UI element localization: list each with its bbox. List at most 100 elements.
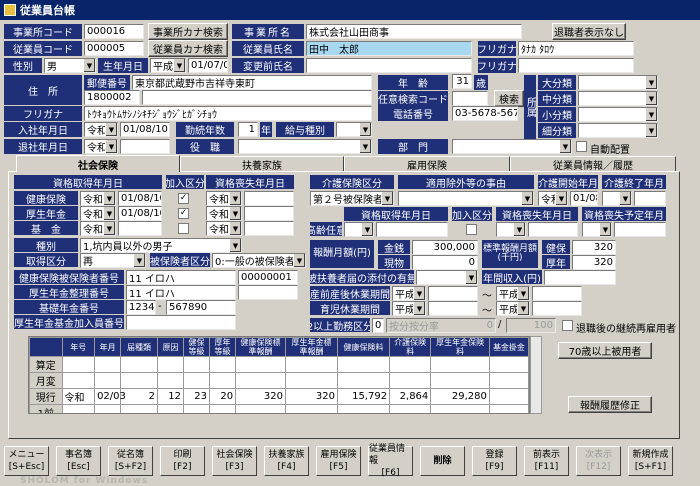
grid-cell[interactable] — [337, 372, 391, 389]
care-start-era-select[interactable]: 令和 ▼ — [538, 191, 568, 206]
fkey-button[interactable]: 従業員情報 [F6] — [368, 444, 413, 478]
annual-input[interactable] — [544, 270, 616, 285]
grid-cell[interactable] — [120, 404, 158, 413]
continue-employ-checkbox[interactable] — [562, 320, 573, 331]
care-kbn-select[interactable]: 第２号被保険者 ▼ — [310, 191, 394, 206]
health-no-input[interactable]: 11 イロハ — [126, 270, 236, 285]
exempt-select[interactable]: ▼ — [398, 191, 534, 206]
childcare-end-input[interactable] — [532, 301, 582, 316]
maternity-end-era[interactable]: 平成 ▼ — [496, 286, 530, 301]
grid-cell[interactable] — [389, 356, 432, 373]
fkey-button[interactable]: 扶養家族 [F4] — [264, 446, 309, 476]
fkey-button[interactable]: 次表示 [F12] — [576, 446, 621, 476]
fkey-button[interactable]: 新規作成 [S+F1] — [628, 446, 673, 476]
gender-select[interactable]: 男 ▼ — [44, 58, 96, 73]
pay-type-select[interactable]: ▼ — [336, 122, 372, 137]
grid-cell[interactable]: 令和 — [61, 388, 96, 405]
grid-row[interactable]: 現行 令和 02/03 2 12 23 20 320 320 15,792 2,864 29,280 — [29, 388, 529, 405]
grid-row[interactable]: 1前 — [29, 404, 529, 413]
over70-button[interactable]: 70歳以上被用者 — [558, 342, 652, 359]
grid-cell[interactable]: 02/03 — [94, 388, 126, 405]
care-end-input[interactable] — [634, 191, 666, 206]
address1-input[interactable]: 東京都武蔵野市吉祥寺東町 — [132, 75, 372, 90]
maternity-end-input[interactable] — [532, 286, 582, 301]
fkey-button[interactable]: 従名簿 [S+F2] — [108, 446, 153, 476]
grid-cell[interactable] — [120, 372, 158, 389]
prev-furigana-input[interactable] — [518, 58, 634, 73]
fkey-button[interactable]: メニュー [S+Esc] — [4, 446, 49, 476]
elder-join-checkbox[interactable] — [466, 224, 477, 235]
health-join-checkbox[interactable]: ✓ — [178, 193, 189, 204]
grid-cell[interactable] — [94, 404, 122, 413]
work70-input[interactable]: 0 — [372, 318, 384, 333]
pension-era-select[interactable]: 令和 ▼ — [80, 206, 116, 221]
grid-cell[interactable] — [235, 404, 286, 413]
fkey-button[interactable]: 削除 — [420, 446, 465, 476]
dept-select[interactable]: ▼ — [452, 139, 572, 154]
emp-kana-search-button[interactable]: 従業員カナ検索 — [148, 40, 228, 57]
elder-era-select[interactable]: ▼ — [344, 222, 374, 237]
grid-cell[interactable] — [156, 404, 185, 413]
hire-era-select[interactable]: 令和 ▼ — [84, 122, 118, 137]
childcare-end-era[interactable]: 平成 ▼ — [496, 301, 530, 316]
grid-cell[interactable]: 320 — [284, 388, 339, 405]
office-kana-search-button[interactable]: 事業所カナ検索 — [148, 23, 228, 40]
fund-join-checkbox[interactable] — [178, 223, 189, 234]
fund-no-input[interactable] — [126, 315, 236, 330]
grid-cell[interactable] — [94, 356, 122, 373]
maternity-start-input[interactable] — [428, 286, 478, 301]
grid-cell[interactable]: 2 — [120, 388, 158, 405]
grid-scrollbar[interactable] — [530, 336, 542, 414]
grid-cell[interactable] — [156, 356, 185, 373]
history-fix-button[interactable]: 報酬履歴修正 — [568, 396, 652, 413]
cat-detail-select[interactable]: ▼ — [578, 123, 658, 138]
retire-era-select[interactable]: 令和 ▼ — [84, 139, 118, 154]
birth-era-select[interactable]: 平成 ▼ — [150, 58, 186, 73]
health-loss-date-input[interactable] — [244, 191, 294, 206]
childcare-start-era[interactable]: 平成 ▼ — [392, 301, 426, 316]
grid-cell[interactable]: 12 — [156, 388, 185, 405]
elder-acq-input[interactable] — [376, 222, 448, 237]
fkey-button[interactable]: 社会保険 [F3] — [212, 446, 257, 476]
office-name-input[interactable]: 株式会社山田商事 — [306, 24, 522, 39]
history-grid[interactable]: 年号 年月 届種類 原因 健保等級 厚年等級 健康保険標準報酬 厚生年金標準報酬 健康保険料 介護… — [28, 336, 530, 414]
fkey-button[interactable]: 事名簿 [Esc] — [56, 446, 101, 476]
pension-sym-input[interactable]: 11 イロハ — [126, 285, 236, 300]
auto-assign-checkbox[interactable] — [576, 141, 587, 152]
retire-date-input[interactable] — [120, 139, 170, 154]
emp-furigana-input[interactable]: ﾀﾅｶ ﾀﾛｳ — [518, 41, 634, 56]
health-no2-input[interactable]: 00000001 — [238, 270, 298, 285]
elder-loss-input[interactable] — [528, 222, 578, 237]
grid-cell[interactable]: 320 — [235, 388, 286, 405]
grid-cell[interactable] — [120, 356, 158, 373]
health-era-select[interactable]: 令和 ▼ — [80, 191, 116, 206]
dependent-att-select[interactable]: ▼ — [416, 270, 478, 285]
fund-date-input[interactable] — [118, 221, 162, 236]
grid-cell[interactable] — [182, 356, 211, 373]
grid-cell[interactable] — [284, 404, 339, 413]
address2-input[interactable] — [142, 90, 372, 105]
birth-date-input[interactable]: 01/07/07 — [188, 58, 228, 73]
acq-kbn-select[interactable]: 再 ▼ — [80, 253, 146, 268]
fund-era-select[interactable]: 令和 ▼ — [80, 221, 116, 236]
grid-cell[interactable] — [182, 372, 211, 389]
grid-cell[interactable] — [337, 404, 391, 413]
basic-no2-input[interactable]: 567890 — [166, 300, 236, 315]
elder-plan-era-select[interactable]: ▼ — [582, 222, 612, 237]
tab-dependents[interactable]: 扶養家族 — [180, 156, 344, 172]
grid-cell[interactable] — [284, 356, 339, 373]
address-furigana-input[interactable]: ﾄｳｷｮｳﾄﾑｻｼﾉｼｷﾁｼﾞｮｳｼﾞﾋｶﾞｼﾁｮｳ — [84, 106, 372, 121]
grid-cell[interactable] — [430, 356, 490, 373]
fund-loss-date-input[interactable] — [244, 221, 294, 236]
search-button[interactable]: 検索 — [494, 90, 524, 107]
role-select[interactable]: ▼ — [238, 139, 372, 154]
cat-mid-select[interactable]: ▼ — [578, 91, 658, 106]
tab-employment-insurance[interactable]: 雇用保険 — [344, 156, 510, 172]
grid-cell[interactable]: 2,864 — [389, 388, 432, 405]
prev-name-input[interactable] — [306, 58, 472, 73]
pension-date-input[interactable]: 01/08/10 — [118, 206, 162, 221]
tab-employee-info[interactable]: 従業員情報／履歴 — [510, 156, 676, 172]
grid-cell[interactable]: 20 — [209, 388, 237, 405]
grid-cell[interactable] — [61, 356, 96, 373]
grid-cell[interactable] — [389, 404, 432, 413]
